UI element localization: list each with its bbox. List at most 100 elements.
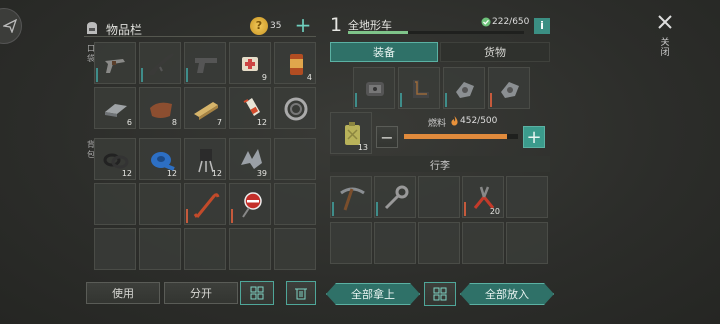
pocket-slot[interactable]: 6	[94, 87, 136, 129]
bearing-icon	[284, 97, 308, 121]
seat-icon	[413, 80, 429, 98]
quality-marker	[376, 202, 378, 216]
luggage-slot[interactable]	[374, 176, 416, 218]
pocket-slot[interactable]: 7	[184, 87, 226, 129]
backpack-slot[interactable]: 39	[229, 138, 271, 180]
quality-marker	[141, 68, 143, 82]
luggage-slot[interactable]	[330, 176, 372, 218]
crowbar-icon	[193, 193, 220, 218]
check-icon	[481, 17, 491, 27]
close-icon[interactable]	[657, 14, 673, 30]
item-count: 8	[171, 118, 177, 127]
flame-icon	[451, 116, 458, 126]
split-button[interactable]: 分开	[164, 282, 238, 304]
durability-bar	[348, 31, 524, 34]
item-count: 12	[256, 118, 267, 127]
pocket-slot[interactable]: 4	[274, 42, 316, 84]
fuel-bar	[404, 134, 518, 139]
item-count: 12	[166, 169, 177, 178]
fuel-can-slot[interactable]: 13	[330, 112, 372, 154]
backpack-slot[interactable]	[229, 228, 271, 270]
backpack-slot[interactable]	[139, 228, 181, 270]
backpack-slot[interactable]	[274, 183, 316, 225]
quality-marker	[464, 202, 466, 216]
tab-cargo[interactable]: 货物	[440, 42, 550, 62]
fuel-minus-button[interactable]: −	[376, 126, 398, 148]
quality-marker	[490, 93, 492, 107]
pocket-slot[interactable]: 12	[229, 87, 271, 129]
tab-equipment[interactable]: 装备	[330, 42, 438, 62]
trash-button[interactable]	[286, 281, 316, 305]
quality-marker	[400, 93, 402, 107]
luggage-slot[interactable]	[330, 222, 372, 264]
backpack-slot[interactable]: 12	[139, 138, 181, 180]
sort-button[interactable]	[240, 281, 274, 305]
pocket-slot[interactable]: 9	[229, 42, 271, 84]
fuel-label: 燃料	[428, 119, 447, 129]
pocket-slot[interactable]	[274, 87, 316, 129]
item-count: 4	[306, 73, 312, 82]
wrench-icon	[384, 185, 409, 210]
backpack-slot[interactable]	[139, 183, 181, 225]
rifle-icon	[148, 53, 174, 75]
luggage-slot[interactable]	[418, 176, 460, 218]
luggage-slot[interactable]	[418, 222, 460, 264]
close-label: 关闭	[660, 38, 670, 58]
fuel-can-count: 13	[357, 143, 368, 152]
item-count: 12	[211, 169, 222, 178]
luggage-slot[interactable]	[374, 222, 416, 264]
equipment-slot[interactable]	[353, 67, 395, 109]
pocket-slot[interactable]	[94, 42, 136, 84]
backpack-slot[interactable]	[274, 228, 316, 270]
quality-marker	[231, 209, 233, 223]
send-icon	[3, 19, 17, 33]
luggage-slot[interactable]	[506, 176, 548, 218]
engine-part-icon	[366, 82, 384, 96]
pickaxe-icon	[340, 187, 365, 211]
luggage-slot[interactable]	[462, 222, 504, 264]
add-coins-button[interactable]: +	[294, 15, 312, 35]
backpack-slot[interactable]	[229, 183, 271, 225]
equipment-slot[interactable]	[443, 67, 485, 109]
fuel-value: 452/500	[460, 116, 498, 126]
item-count: 7	[216, 118, 222, 127]
pocket-slot[interactable]: 8	[139, 87, 181, 129]
take-all-button[interactable]: 全部拿上	[326, 283, 420, 305]
backpack-slot[interactable]	[94, 228, 136, 270]
coin-icon: ?	[250, 17, 268, 35]
luggage-slot[interactable]: 20	[462, 176, 504, 218]
backpack-slot[interactable]	[184, 183, 226, 225]
pistol-icon	[195, 58, 217, 73]
backpack-slot[interactable]	[94, 183, 136, 225]
revolver-icon	[105, 59, 125, 73]
backpack-slot[interactable]	[184, 228, 226, 270]
pocket-slot[interactable]	[184, 42, 226, 84]
backpack-slot[interactable]: 12	[94, 138, 136, 180]
backpack-slot[interactable]: 12	[184, 138, 226, 180]
item-count: 12	[121, 169, 132, 178]
put-all-button[interactable]: 全部放入	[460, 283, 554, 305]
item-count: 6	[126, 118, 132, 127]
luggage-slot[interactable]	[506, 222, 548, 264]
item-count: 39	[256, 169, 267, 178]
coin-count: 35	[270, 21, 282, 31]
quality-marker	[186, 209, 188, 223]
backpack-slot[interactable]	[274, 138, 316, 180]
stop-sign-icon	[242, 192, 262, 218]
vehicle-index: 1	[330, 14, 343, 36]
sort-cargo-button[interactable]	[424, 282, 456, 306]
trash-icon	[295, 288, 307, 300]
quality-marker	[332, 202, 334, 216]
equipment-slot[interactable]	[488, 67, 530, 109]
part-icon	[456, 82, 474, 98]
item-count: 9	[261, 73, 267, 82]
quality-marker	[96, 68, 98, 82]
use-button[interactable]: 使用	[86, 282, 160, 304]
quality-marker	[355, 93, 357, 107]
pocket-slot[interactable]	[139, 42, 181, 84]
fuel-plus-button[interactable]: +	[523, 126, 545, 148]
grid-icon	[250, 286, 264, 300]
back-button[interactable]	[0, 8, 22, 44]
info-button[interactable]: i	[534, 18, 550, 34]
equipment-slot[interactable]	[398, 67, 440, 109]
